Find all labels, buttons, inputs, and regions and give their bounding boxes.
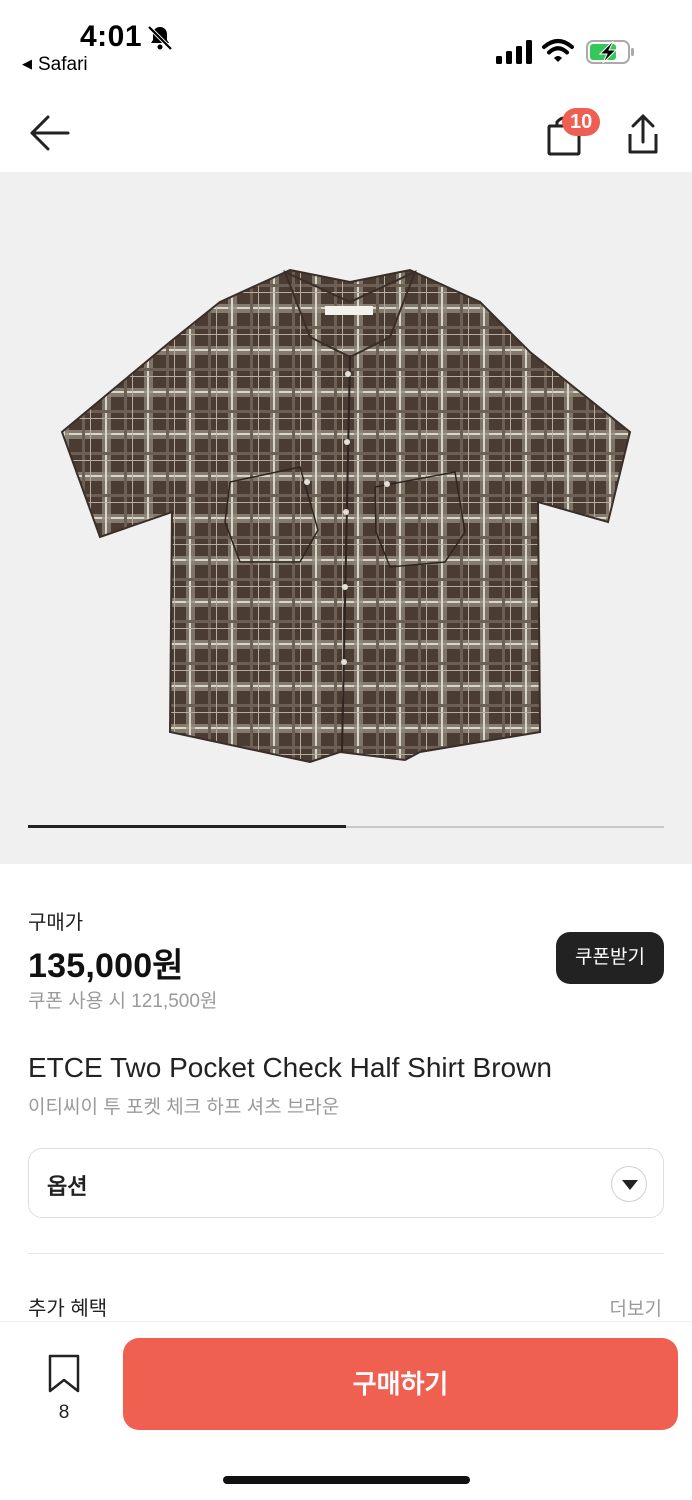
bottom-action-bar: 8 구매하기 [0,1322,692,1500]
product-name-ko: 이티씨이 투 포켓 체크 하프 셔츠 브라운 [28,1097,340,1118]
gallery-progress-track [28,825,664,828]
gallery-progress-fill [28,825,346,828]
product-name-en: ETCE Two Pocket Check Half Shirt Brown [28,1052,552,1083]
back-arrow-icon[interactable] [26,112,72,154]
cart-count-badge: 10 [562,108,601,136]
extra-benefits-label: 추가 혜택 [28,1298,108,1320]
share-icon[interactable] [622,112,664,158]
buy-button[interactable]: 구매하기 [123,1338,678,1430]
coupon-price-text: 쿠폰 사용 시 121,500원 [28,991,218,1012]
wifi-icon [542,39,574,62]
status-time: 4:01 [80,20,143,53]
signal-icon [496,40,532,64]
status-bar: 4:01 ◀ Safari [0,0,692,90]
back-triangle-icon: ◀ [22,56,32,71]
product-shirt-image [60,268,632,764]
home-indicator [223,1476,470,1484]
back-to-app-link[interactable]: ◀ Safari [22,54,88,76]
bell-off-icon [147,25,173,51]
option-select[interactable]: 옵션 [28,1148,664,1218]
chevron-down-icon [611,1166,647,1202]
price-value: 135,000원 [28,947,184,985]
bookmark-icon [48,1354,80,1393]
bookmark-count: 8 [58,1402,70,1423]
option-label: 옵션 [47,1174,88,1199]
battery-charging-icon [586,40,634,64]
back-app-label: Safari [38,54,88,75]
get-coupon-button[interactable]: 쿠폰받기 [556,932,664,984]
section-divider [28,1253,664,1254]
product-image-gallery[interactable] [0,172,692,864]
price-label: 구매가 [28,912,84,934]
see-more-link[interactable]: 더보기 [610,1294,662,1321]
bookmark-button[interactable]: 8 [44,1354,84,1426]
